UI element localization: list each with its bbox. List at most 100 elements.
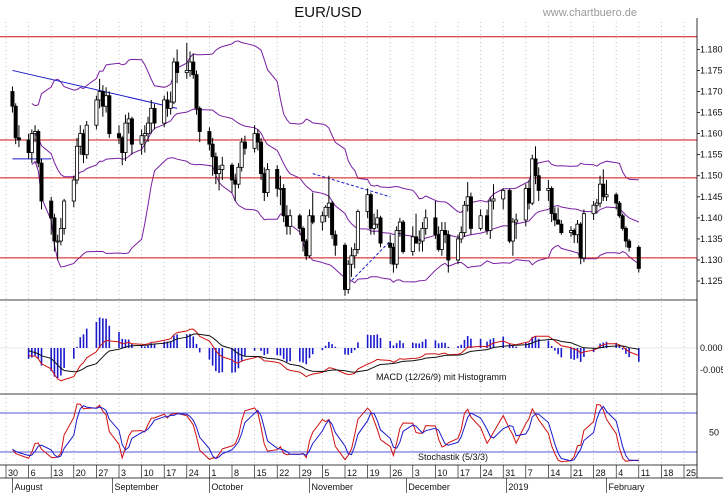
- day-tick-label: 5: [324, 468, 329, 478]
- day-tick-label: 24: [483, 468, 493, 478]
- day-tick-label: 11: [641, 468, 650, 478]
- candle-body: [236, 166, 241, 185]
- candle: [507, 188, 512, 244]
- candle-body: [594, 202, 599, 206]
- candle-body: [165, 99, 170, 109]
- day-tick-label: 12: [347, 468, 357, 478]
- candle-body: [288, 215, 293, 227]
- candle-body: [491, 198, 496, 202]
- candle-body: [213, 156, 218, 175]
- candle-body: [530, 158, 535, 204]
- candle-body: [52, 217, 57, 242]
- candle-body: [210, 143, 215, 158]
- candle-body: [533, 158, 538, 177]
- price-tick-label: 1.170: [700, 87, 723, 97]
- candle-body: [265, 169, 270, 193]
- candle-body: [433, 217, 438, 236]
- candle-body: [39, 162, 44, 202]
- candle: [636, 245, 641, 273]
- candle: [455, 234, 460, 265]
- candle-body: [152, 107, 157, 124]
- candle: [578, 222, 583, 265]
- candle-body: [601, 183, 606, 198]
- candle-body: [139, 135, 144, 145]
- candle-body: [10, 91, 15, 107]
- candle-body: [598, 183, 603, 204]
- candle-body: [184, 70, 189, 73]
- macd-tick-label: -0.005: [700, 365, 723, 375]
- month-label: October: [211, 482, 243, 492]
- day-tick-label: 1: [211, 468, 216, 478]
- candle-body: [501, 190, 506, 200]
- candle-body: [49, 200, 54, 219]
- candle-body: [16, 137, 21, 141]
- candle-body: [168, 101, 173, 109]
- candle-body: [62, 200, 67, 229]
- candle-body: [323, 206, 328, 217]
- candle-body: [188, 61, 193, 71]
- candle: [368, 192, 373, 235]
- candle-body: [465, 196, 470, 206]
- candle-body: [191, 61, 196, 76]
- candle-body: [33, 131, 38, 135]
- candle: [94, 95, 99, 130]
- day-tick-label: 22: [279, 468, 289, 478]
- candle: [462, 201, 467, 237]
- candle-body: [194, 74, 199, 109]
- day-tick-label: 14: [550, 468, 560, 478]
- candle: [307, 209, 312, 258]
- candle: [394, 226, 399, 269]
- candle-body: [120, 137, 125, 153]
- candle-body: [262, 173, 267, 193]
- chart-title: EUR/USD: [294, 4, 362, 21]
- day-tick-label: 31: [505, 468, 515, 478]
- candle: [13, 103, 18, 145]
- candle-body: [297, 215, 302, 229]
- macd-label: MACD (12/26/9) mit Histogramm: [376, 372, 507, 382]
- candle-body: [604, 194, 609, 198]
- candle-body: [455, 238, 460, 261]
- eurusd-chart: 1.180 1.175 1.170 1.165 1.160 1.155 1.150 1.145…: [0, 0, 723, 493]
- candle-body: [614, 194, 619, 204]
- candle-body: [233, 179, 238, 185]
- price-tick-label: 1.125: [700, 276, 723, 286]
- day-tick-label: 21: [573, 468, 583, 478]
- day-tick-label: 24: [189, 468, 199, 478]
- candle-body: [355, 211, 360, 250]
- candle-body: [217, 169, 222, 175]
- day-tick-label: 7: [528, 468, 533, 478]
- candle-body: [26, 139, 31, 153]
- candle: [620, 213, 625, 231]
- candle-body: [13, 105, 18, 139]
- candle-body: [304, 240, 309, 257]
- stochastic-label: Stochastik (5/3/3): [418, 452, 488, 462]
- candle-body: [378, 217, 383, 244]
- candle: [342, 243, 347, 296]
- candle-body: [372, 223, 377, 229]
- day-tick-label: 6: [31, 468, 36, 478]
- candle-body: [549, 187, 554, 215]
- candle-body: [623, 227, 628, 242]
- candle-body: [417, 240, 422, 244]
- candle-body: [462, 204, 467, 234]
- candle-body: [394, 230, 399, 265]
- day-tick-label: 8: [234, 468, 239, 478]
- candle-body: [142, 133, 147, 137]
- month-label: 2019: [508, 482, 528, 492]
- candle-body: [107, 95, 112, 135]
- candle-body: [443, 230, 448, 236]
- candle: [239, 137, 244, 172]
- candle: [84, 120, 89, 159]
- month-label: February: [609, 482, 646, 492]
- candle-body: [401, 221, 406, 252]
- candle-body: [556, 219, 561, 225]
- month-label: December: [408, 482, 450, 492]
- candle-body: [352, 249, 357, 257]
- candle: [530, 154, 535, 206]
- candle-body: [75, 145, 80, 181]
- price-tick-label: 1.180: [700, 44, 723, 54]
- candle-body: [171, 61, 176, 103]
- candle-body: [365, 194, 370, 212]
- candle-body: [423, 217, 428, 229]
- candle-body: [81, 133, 86, 156]
